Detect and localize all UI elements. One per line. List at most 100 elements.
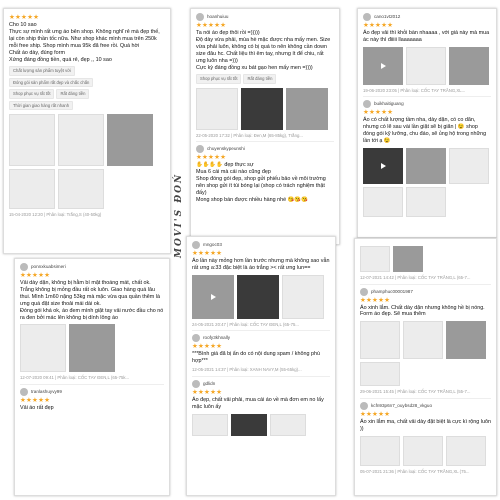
review-photo[interactable]	[360, 321, 400, 360]
reviewer-name[interactable]: ponnxkuabsimeri	[31, 264, 66, 270]
review-card-5: mngoc03 ★★★★★ Áo lần này mỏng hơn lần tr…	[186, 236, 336, 496]
review-photos	[192, 274, 330, 319]
review-photo[interactable]	[107, 113, 153, 166]
review-photo[interactable]	[286, 87, 328, 130]
review-video[interactable]	[363, 46, 403, 85]
review-photo[interactable]	[449, 46, 489, 85]
avatar[interactable]	[192, 379, 200, 388]
review-photo[interactable]	[360, 435, 400, 466]
reviewer-name[interactable]: buikhaitiguang	[374, 101, 404, 107]
rating-stars: ★★★★★	[9, 14, 40, 21]
avatar[interactable]	[363, 13, 371, 21]
review-card-2: hoanhuiuu ★★★★★ Ta nói áo đẹp thôi rồi =…	[190, 8, 340, 245]
review-photo[interactable]	[196, 87, 238, 130]
reviewer: mngoc03	[192, 241, 330, 249]
avatar[interactable]	[196, 145, 204, 154]
review-photo[interactable]	[403, 321, 443, 360]
review-text: ***Bình giá đã bị ẩn do có nội dung spam…	[192, 351, 320, 365]
review-photo[interactable]	[360, 362, 400, 387]
reviewer-name[interactable]: hoanhuiuu	[207, 14, 228, 20]
review-photos	[360, 435, 491, 466]
rating-stars: ★★★★★	[360, 296, 391, 304]
review-tag: Thời gian giao hàng rất nhanh	[9, 100, 74, 110]
avatar[interactable]	[360, 401, 368, 410]
review-tag: Rất đáng tiền	[56, 89, 90, 99]
reviewer-name[interactable]: mngoc03	[203, 242, 222, 248]
review-photo[interactable]	[20, 324, 66, 373]
reviewer-name[interactable]: chuyenskypeunshi	[207, 146, 245, 152]
avatar[interactable]	[360, 287, 368, 296]
reviewer-name[interactable]: gdlidn	[203, 381, 215, 387]
review-text: Vải áo rất đẹp	[20, 405, 54, 412]
review-tag: Đóng gói sản phẩm rất đẹp và chắc chắn	[9, 77, 94, 88]
review-tags: Shop phục vụ rất tốt Rất đáng tiền	[196, 73, 334, 84]
review-photo[interactable]	[69, 324, 115, 373]
review-photo[interactable]	[406, 46, 446, 85]
review-text: Cho 10 sao Thực sự mình rất ưng áo bên s…	[9, 22, 160, 63]
review-video[interactable]	[363, 148, 403, 185]
review-photo[interactable]	[360, 246, 390, 272]
rating-stars: ★★★★★	[20, 396, 51, 404]
review-photo[interactable]	[363, 187, 403, 218]
review-photo[interactable]	[406, 148, 446, 185]
review-video[interactable]	[192, 274, 234, 319]
review-photo[interactable]	[449, 148, 489, 185]
review-photo[interactable]	[9, 168, 55, 209]
review-photo[interactable]	[58, 113, 104, 166]
reviewer: chuyenskypeunshi	[196, 145, 334, 154]
review-text: Áo xinh lắm. Chất dày dặn nhưng không hề…	[360, 304, 485, 318]
review-photo[interactable]	[231, 413, 267, 436]
review-photo[interactable]	[58, 168, 104, 209]
review-photo[interactable]	[241, 87, 283, 130]
review-photo[interactable]	[403, 435, 443, 466]
reviewer-name[interactable]: tranlashuyvy99	[31, 389, 62, 395]
review-photo[interactable]	[406, 187, 446, 218]
review-photos	[192, 413, 330, 436]
rating-stars: ★★★★★	[196, 22, 227, 29]
rating-stars: ★★★★★	[192, 343, 223, 351]
avatar[interactable]	[196, 13, 204, 21]
review-photo[interactable]	[9, 113, 55, 166]
review-card-6: 12-07-2021 14:42 | Phân loại: CỐC TAY TR…	[354, 238, 497, 496]
reviewer: hoanhuiuu	[196, 13, 334, 21]
play-icon	[381, 163, 386, 170]
rating-stars: ★★★★★	[196, 154, 227, 162]
review-photo[interactable]	[446, 321, 486, 360]
avatar[interactable]	[192, 241, 200, 249]
review-photo[interactable]	[192, 413, 228, 436]
review-text: Áo lần này mỏng hơn lần trước nhưng mà k…	[192, 258, 330, 271]
review-photo[interactable]	[393, 246, 423, 272]
rating-stars: ★★★★★	[20, 272, 51, 279]
rating-stars: ★★★★★	[363, 109, 394, 117]
review-photo[interactable]	[270, 413, 306, 436]
review-tags: Chất lượng sản phẩm tuyệt vời Đóng gói s…	[9, 65, 165, 111]
review-photos	[360, 321, 491, 387]
reviewer-name[interactable]: roofy3khnally	[203, 335, 230, 341]
play-icon	[211, 293, 216, 300]
review-text: Áo có chất lượng tầm nha, dày dặn, có co…	[363, 117, 487, 145]
reviewer-name[interactable]: kcfn93p6n7_ouybsd28_vkguo	[371, 403, 432, 409]
review-tag: Shop phục vụ rất tốt	[9, 89, 55, 99]
review-tag: Chất lượng sản phẩm tuyệt vời	[9, 66, 75, 76]
avatar[interactable]	[192, 334, 200, 343]
reviewer-name[interactable]: cano1vt2012	[374, 14, 400, 20]
review-meta: 12-05-2021 14:37 | Phân loại: XANH NAVY,…	[192, 367, 302, 373]
review-photos	[363, 148, 491, 218]
reviewer: buikhaitiguang	[363, 100, 491, 109]
review-meta: 24-05-2021 20:47 | Phân loại: CỐC TAY ĐE…	[192, 321, 299, 327]
review-photos	[363, 46, 491, 85]
rating-stars: ★★★★★	[363, 22, 394, 29]
review-photo[interactable]	[282, 274, 324, 319]
review-photo[interactable]	[237, 274, 279, 319]
review-meta: 22-05-2020 17:32 | Phân loại: Đen,M (65-…	[196, 132, 303, 138]
avatar[interactable]	[20, 387, 28, 396]
avatar[interactable]	[20, 263, 28, 271]
avatar[interactable]	[363, 100, 371, 109]
review-text: ✋✋✋✋ đẹp thực sự Mua 6 cái mà cái nào cũ…	[196, 162, 326, 203]
reviewer-name[interactable]: phamphuc00001987	[371, 289, 413, 295]
review-text: Vải dày dặn, không bị hằm bí mặt thoáng …	[20, 280, 164, 321]
review-photos	[196, 87, 334, 130]
review-meta: 12-07-2020 09:41 | Phân loại: CỐC TAY ĐE…	[20, 375, 130, 381]
review-photo[interactable]	[446, 435, 486, 466]
review-meta: 29-06-2021 15:45 | Phân loại: CỐC TAY TR…	[360, 389, 471, 395]
